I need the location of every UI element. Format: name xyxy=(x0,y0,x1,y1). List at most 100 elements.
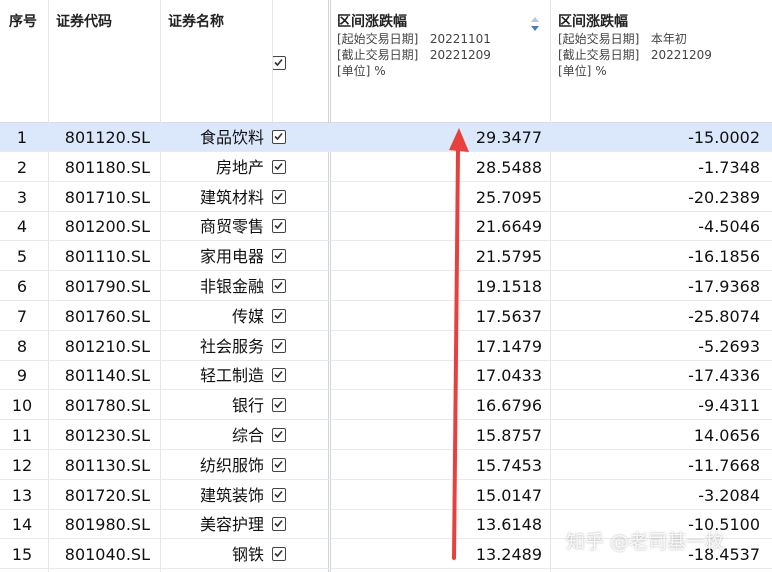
range-change-2-value: -11.7668 xyxy=(688,455,760,475)
security-name: 建筑装饰 xyxy=(199,485,264,505)
row-checkbox-cell xyxy=(272,361,290,390)
range-change-2-value: -4.5046 xyxy=(698,217,760,237)
col1-title: 区间涨跌幅 xyxy=(337,14,407,30)
row-checkbox[interactable] xyxy=(272,368,286,383)
header-range-change-1[interactable]: 区间涨跌幅 [起始交易日期] 20221101 [截止交易日期] 2022120… xyxy=(330,0,550,122)
range-change-1-value: 17.1479 xyxy=(475,336,542,356)
security-name: 综合 xyxy=(231,426,264,445)
table-row[interactable]: 7 801760.SL 传媒 17.5637 -25.8074 xyxy=(0,302,772,331)
range-change-1-value: 21.5795 xyxy=(475,247,542,267)
row-checkbox[interactable] xyxy=(272,428,286,442)
header-index[interactable]: 序号 xyxy=(0,0,48,122)
table-row[interactable]: 2 801180.SL 房地产 28.5488 -1.7348 xyxy=(0,153,772,182)
check-icon xyxy=(274,58,283,67)
security-name: 纺织服饰 xyxy=(199,455,264,475)
header-select-all[interactable] xyxy=(272,0,328,122)
security-name: 轻工制造 xyxy=(199,366,264,386)
check-icon xyxy=(274,281,283,290)
select-all-checkbox[interactable] xyxy=(272,56,286,70)
row-checkbox[interactable] xyxy=(272,279,286,293)
security-name: 非银金融 xyxy=(199,277,264,296)
row-checkbox[interactable] xyxy=(272,189,286,204)
security-code: 801120.SL xyxy=(64,128,150,147)
row-index: 8 xyxy=(16,336,28,356)
table-row[interactable]: 11 801230.SL 综合 15.8757 14.0656 xyxy=(0,421,772,450)
sort-desc-icon[interactable] xyxy=(530,16,540,32)
table-row[interactable]: 12 801130.SL 纺织服饰 15.7453 -11.7668 xyxy=(0,451,772,480)
col2-title: 区间涨跌幅 xyxy=(558,14,628,30)
row-index: 15 xyxy=(11,545,33,565)
security-name: 钢铁 xyxy=(231,545,264,565)
check-icon xyxy=(274,430,283,439)
row-checkbox[interactable] xyxy=(272,159,286,174)
table-row[interactable]: 6 801790.SL 非银金融 19.1518 -17.9368 xyxy=(0,272,772,301)
row-checkbox-cell xyxy=(272,302,290,331)
security-code: 801230.SL xyxy=(64,426,150,445)
row-index: 4 xyxy=(16,217,28,237)
row-checkbox[interactable] xyxy=(272,517,286,532)
row-index: 7 xyxy=(16,306,28,326)
row-checkbox[interactable] xyxy=(272,249,286,264)
header-name[interactable]: 证券名称 xyxy=(160,0,272,122)
range-change-1-value: 17.5637 xyxy=(475,306,542,326)
security-name: 房地产 xyxy=(215,157,264,177)
row-checkbox-cell xyxy=(272,332,290,361)
header-name-label: 证券名称 xyxy=(168,14,224,30)
range-change-1-value: 19.1518 xyxy=(475,277,542,296)
row-checkbox-cell xyxy=(272,510,290,539)
check-icon xyxy=(274,490,283,498)
row-checkbox-cell xyxy=(272,212,290,241)
row-checkbox[interactable] xyxy=(272,457,286,472)
check-icon xyxy=(274,401,283,409)
security-name: 商贸零售 xyxy=(199,217,264,237)
security-code: 801210.SL xyxy=(64,336,150,356)
header-code[interactable]: 证券代码 xyxy=(48,0,160,122)
security-name: 社会服务 xyxy=(199,336,264,356)
row-index: 9 xyxy=(16,366,28,386)
security-code: 801790.SL xyxy=(64,277,150,296)
header-range-change-2[interactable]: 区间涨跌幅 [起始交易日期] 本年初 [截止交易日期] 20221209 [单位… xyxy=(551,0,772,122)
range-change-2-value: -5.2693 xyxy=(698,336,760,356)
row-index: 12 xyxy=(11,455,33,475)
check-icon xyxy=(274,132,283,141)
range-change-2-value: -17.4336 xyxy=(688,366,760,386)
row-checkbox-cell xyxy=(272,421,290,450)
range-change-1-value: 15.0147 xyxy=(475,485,542,505)
row-index: 6 xyxy=(16,277,28,296)
row-checkbox-cell xyxy=(272,242,290,271)
table-row[interactable]: 1 801120.SL 食品饮料 29.3477 -15.0002 xyxy=(0,123,772,152)
row-index: 14 xyxy=(11,515,33,535)
row-checkbox-cell xyxy=(272,183,290,212)
check-icon xyxy=(274,371,283,379)
check-icon xyxy=(274,162,283,170)
security-code: 801130.SL xyxy=(64,455,150,475)
row-index: 3 xyxy=(16,187,28,207)
range-change-2-value: 14.0656 xyxy=(693,426,760,445)
table-row[interactable]: 4 801200.SL 商贸零售 21.6649 -4.5046 xyxy=(0,212,772,242)
table-row[interactable]: 8 801210.SL 社会服务 17.1479 -5.2693 xyxy=(0,332,772,361)
annotation-arrow-icon xyxy=(449,128,469,560)
table-row[interactable]: 13 801720.SL 建筑装饰 15.0147 -3.2084 xyxy=(0,481,772,510)
table-row[interactable]: 5 801110.SL 家用电器 21.5795 -16.1856 xyxy=(0,242,772,272)
row-checkbox[interactable] xyxy=(272,398,286,413)
range-change-1-value: 21.6649 xyxy=(475,217,542,237)
row-checkbox[interactable] xyxy=(272,487,286,502)
row-checkbox[interactable] xyxy=(272,308,286,323)
security-code: 801780.SL xyxy=(64,396,150,416)
security-name: 传媒 xyxy=(231,306,264,326)
row-checkbox-cell xyxy=(272,153,290,182)
row-checkbox[interactable] xyxy=(272,219,286,234)
row-checkbox[interactable] xyxy=(272,547,286,562)
row-index: 1 xyxy=(16,128,28,147)
row-checkbox-cell xyxy=(272,540,290,569)
check-icon xyxy=(274,222,283,230)
table-row[interactable]: 9 801140.SL 轻工制造 17.0433 -17.4336 xyxy=(0,361,772,391)
row-checkbox[interactable] xyxy=(272,130,286,144)
check-icon xyxy=(274,460,283,468)
security-code: 801200.SL xyxy=(64,217,150,237)
table-row[interactable]: 10 801780.SL 银行 16.6796 -9.4311 xyxy=(0,391,772,421)
table-row[interactable]: 3 801710.SL 建筑材料 25.7095 -20.2389 xyxy=(0,183,772,212)
row-checkbox[interactable] xyxy=(272,338,286,353)
range-change-1-value: 25.7095 xyxy=(475,187,542,207)
range-change-1-value: 13.2489 xyxy=(475,545,542,565)
